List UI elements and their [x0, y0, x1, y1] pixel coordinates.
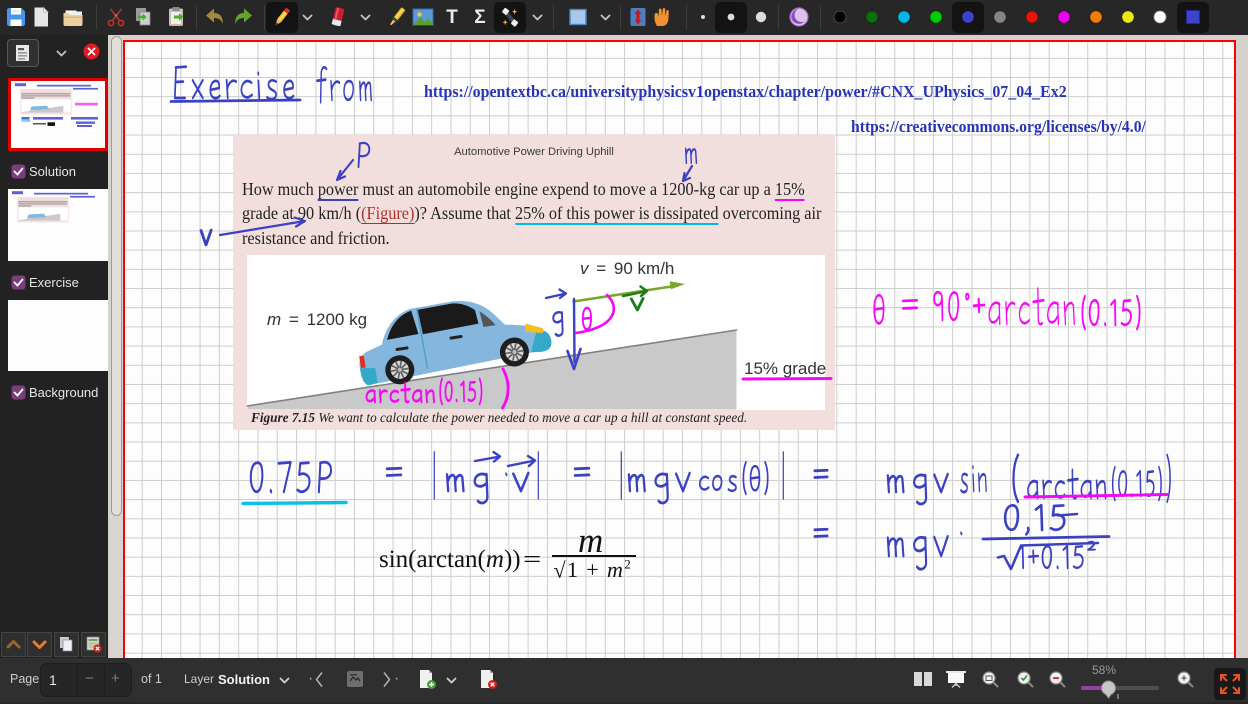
- svg-text:Σ: Σ: [474, 7, 485, 28]
- svg-text:T: T: [446, 7, 458, 28]
